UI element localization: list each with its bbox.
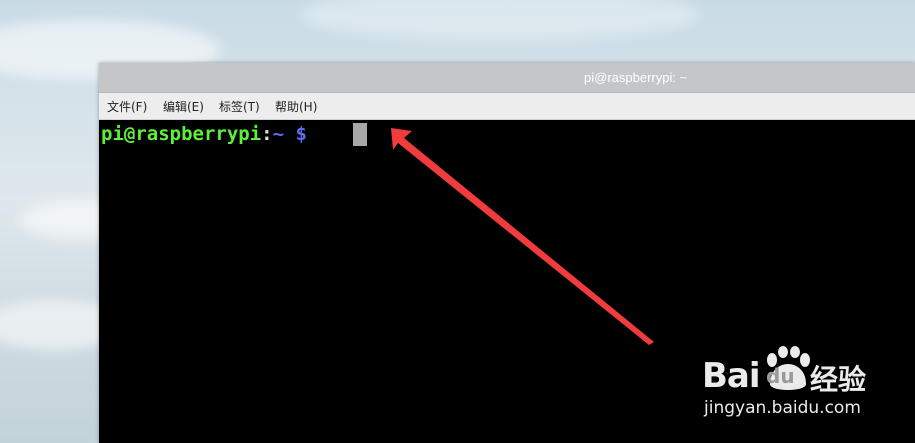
menu-edit[interactable]: 编辑(E)	[163, 98, 204, 115]
prompt-colon: :	[261, 123, 273, 145]
watermark-bai: Bai	[702, 356, 761, 396]
shell-prompt: pi@raspberrypi:~ $	[101, 120, 307, 148]
text-cursor	[353, 123, 367, 146]
prompt-dollar: $	[295, 123, 307, 145]
prompt-path: ~	[272, 123, 285, 145]
menu-help[interactable]: 帮助(H)	[275, 98, 317, 115]
watermark-url: jingyan.baidu.com	[704, 398, 861, 418]
prompt-user-host: pi@raspberrypi	[101, 123, 262, 145]
watermark-du: du	[766, 364, 795, 388]
menu-tabs[interactable]: 标签(T)	[219, 98, 260, 115]
window-title: pi@raspberrypi: ~	[584, 70, 688, 85]
menu-file[interactable]: 文件(F)	[107, 98, 147, 115]
watermark-jingyan: 经验	[810, 363, 867, 396]
cloud	[300, 0, 700, 40]
desktop-background: pi@raspberrypi: ~ 文件(F) 编辑(E) 标签(T) 帮助(H…	[0, 0, 915, 443]
baidu-watermark: Bai du 经验 jingyan.baidu.com	[700, 342, 900, 422]
menu-bar: 文件(F) 编辑(E) 标签(T) 帮助(H)	[99, 93, 915, 120]
title-bar[interactable]: pi@raspberrypi: ~	[99, 63, 915, 93]
